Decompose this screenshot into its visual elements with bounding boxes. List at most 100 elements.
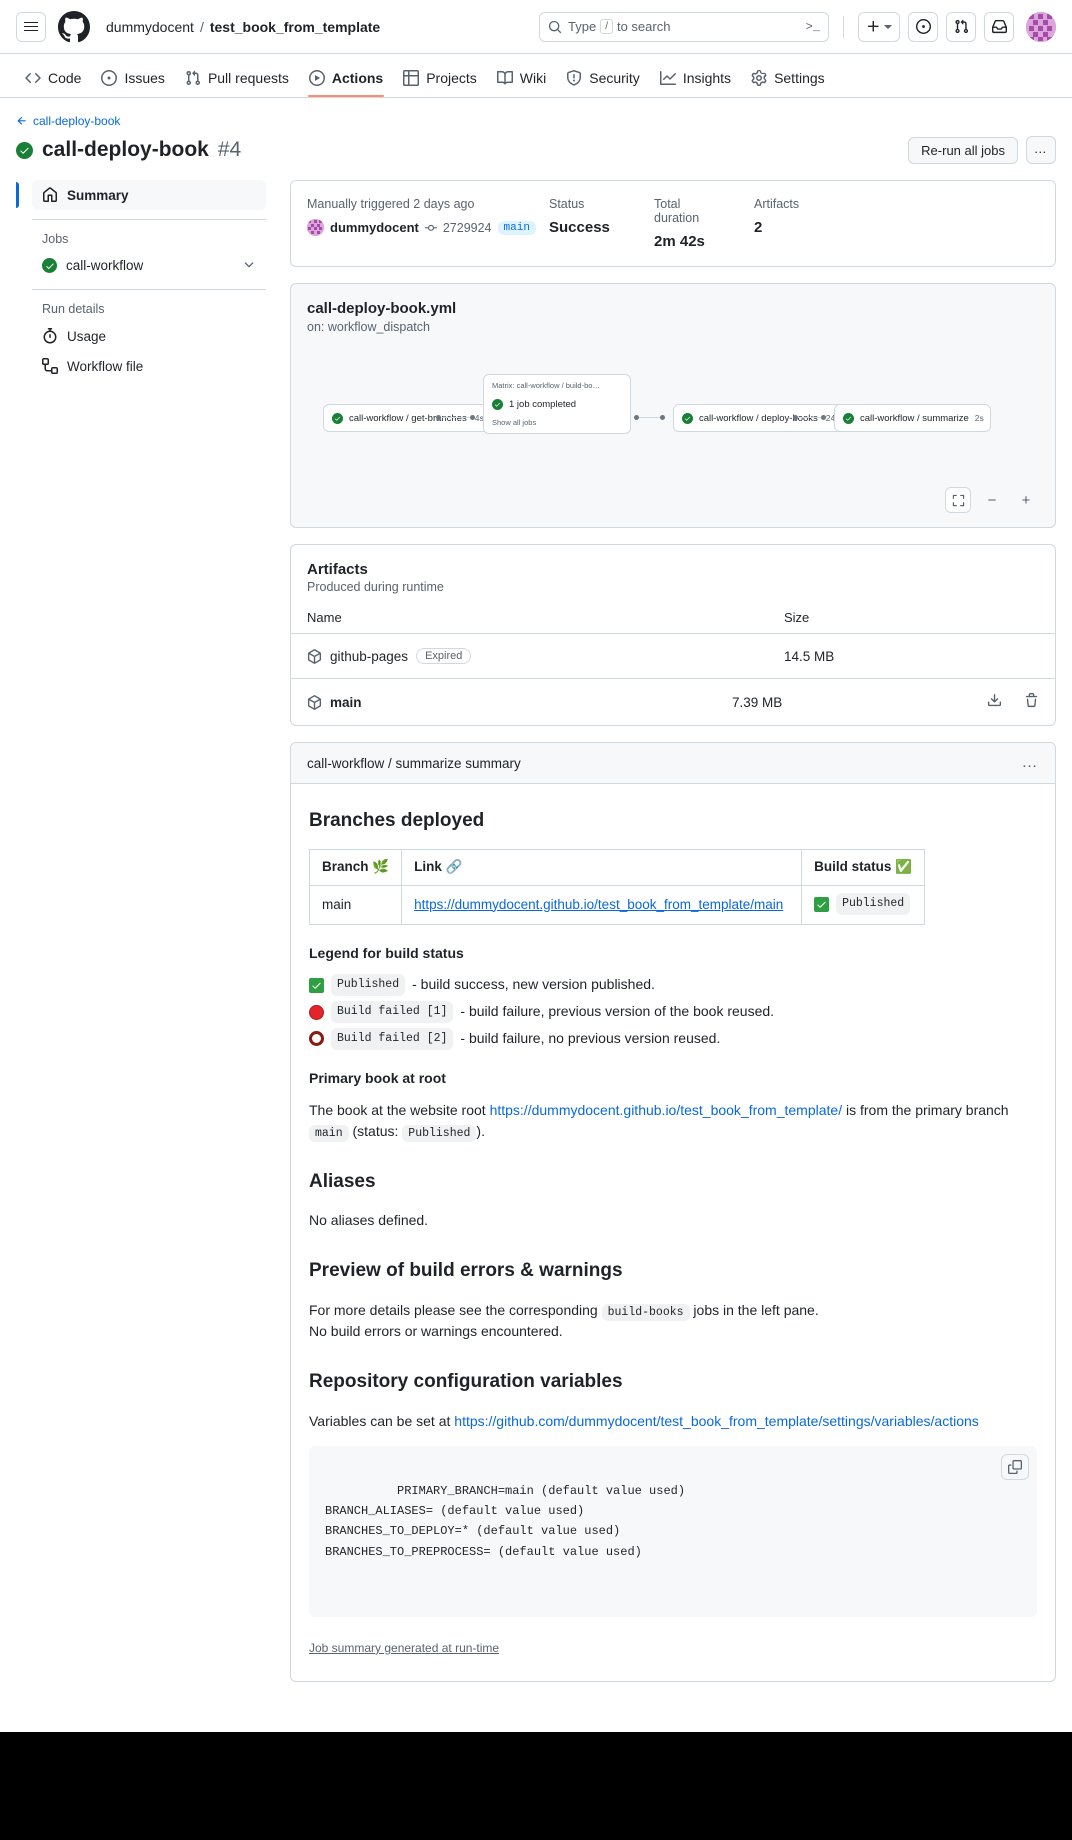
run-title-row: call-deploy-book #4 Re-run all jobs … (16, 136, 1056, 164)
cell-link: https://dummydocent.github.io/test_book_… (401, 885, 803, 925)
copy-icon[interactable] (1001, 1454, 1029, 1481)
sidebar-job-call-workflow[interactable]: call-workflow (32, 251, 266, 280)
run-meta-card: Manually triggered 2 days ago dummydocen… (290, 180, 1056, 267)
sidebar-usage-label: Usage (67, 328, 107, 344)
breadcrumb-owner[interactable]: dummydocent (106, 19, 194, 35)
table-icon (403, 70, 420, 86)
commit-sha[interactable]: 2729924 (443, 221, 492, 235)
sidebar-item-workflow-file[interactable]: Workflow file (32, 351, 266, 381)
issues-button[interactable] (908, 11, 938, 42)
sidebar-item-summary[interactable]: Summary (16, 180, 266, 210)
nav-label: Code (48, 70, 82, 86)
nav-item-issues[interactable]: Issues (92, 64, 173, 97)
search-placeholder: Type / to search (568, 19, 800, 34)
legend-text: - build success, new version published. (412, 976, 655, 993)
trigger-username[interactable]: dummydocent (330, 220, 419, 235)
list-item: Build failed [1] - build failure, previo… (309, 1001, 1037, 1023)
nav-label: Insights (682, 70, 732, 86)
graph-icon (659, 71, 676, 85)
repository-nav: Code Issues Pull requests Actions Projec… (0, 54, 1072, 98)
package-icon (307, 648, 322, 664)
legend-heading: Legend for build status (309, 944, 464, 961)
graph-node-matrix-build-books[interactable]: Matrix: call-workflow / build-bo… 1 job … (483, 374, 631, 434)
chevron-down-icon[interactable] (242, 257, 256, 274)
graph-edge-3 (798, 417, 822, 418)
breadcrumb-repo[interactable]: test_book_from_template (210, 19, 380, 35)
meta-artifacts: Artifacts 2 (754, 197, 827, 250)
search-placeholder-tail: to search (616, 19, 671, 34)
artifacts-card: Artifacts Produced during runtime Name S… (290, 544, 1056, 726)
terminal-icon[interactable]: >_ (806, 20, 820, 34)
pull-requests-button[interactable] (946, 11, 976, 42)
sidebar-item-usage[interactable]: Usage (32, 321, 266, 351)
matrix-title: Matrix: call-workflow / build-bo… (492, 381, 600, 390)
avatar[interactable] (1026, 11, 1056, 42)
primary-book-heading: Primary book at root (309, 1069, 446, 1086)
zoom-out-button[interactable]: − (979, 487, 1005, 513)
artifact-size: 14.5 MB (784, 648, 835, 664)
create-new-button[interactable] (858, 11, 900, 42)
graph-node-get-branches[interactable]: call-workflow / get-branches 4s (323, 404, 493, 432)
branch-chip[interactable]: main (497, 220, 536, 235)
stopwatch-icon (43, 328, 57, 344)
nav-item-wiki[interactable]: Wiki (488, 64, 555, 97)
job-summary-footnote[interactable]: Job summary generated at run-time (309, 1639, 499, 1658)
commit-icon (424, 224, 437, 231)
nav-label: Issues (124, 70, 165, 86)
artifact-name[interactable]: github-pages (330, 649, 408, 664)
meta-status-value: Success (549, 219, 610, 236)
matrix-show-all-jobs-link[interactable]: Show all jobs (492, 418, 622, 427)
fullscreen-icon[interactable] (945, 487, 971, 513)
node-label: call-workflow / deploy-books (699, 412, 818, 424)
nav-item-settings[interactable]: Settings (742, 64, 834, 97)
preview-code: build-books (601, 1303, 690, 1321)
artifact-name[interactable]: main (330, 695, 362, 710)
github-logo-icon[interactable] (58, 10, 90, 43)
deployed-book-link[interactable]: https://dummydocent.github.io/test_book_… (414, 897, 783, 912)
meta-duration-title: Total duration (654, 197, 700, 225)
run-header: call-deploy-book call-deploy-book #4 Re-… (0, 98, 1072, 164)
shield-icon (567, 70, 582, 86)
artifacts-col-size: Size (784, 610, 810, 625)
nav-label: Security (589, 70, 640, 86)
nav-item-security[interactable]: Security (557, 64, 649, 97)
header-divider (843, 15, 844, 38)
sidebar-job-label: call-workflow (66, 258, 144, 273)
avatar-image (1026, 11, 1056, 42)
hamburger-menu-button[interactable] (16, 11, 46, 42)
search-input[interactable]: Type / to search >_ (539, 11, 829, 42)
trash-icon[interactable] (1024, 693, 1039, 711)
download-icon[interactable] (987, 693, 1002, 711)
nav-item-actions[interactable]: Actions (300, 64, 392, 97)
nav-item-projects[interactable]: Projects (394, 64, 486, 97)
rerun-all-jobs-button[interactable]: Re-run all jobs (908, 136, 1018, 164)
primary-book-link[interactable]: https://dummydocent.github.io/test_book_… (490, 1102, 843, 1118)
hollow-red-circle-icon (309, 1031, 324, 1047)
back-to-workflow-link[interactable]: call-deploy-book (16, 114, 120, 128)
notifications-button[interactable] (984, 11, 1014, 42)
workflow-file-icon (42, 358, 58, 374)
nav-item-insights[interactable]: Insights (651, 64, 740, 97)
workflow-file-title: call-deploy-book.yml (307, 300, 457, 317)
graph-node-summarize[interactable]: call-workflow / summarize 2s (834, 404, 991, 432)
job-summary-kebab-menu[interactable]: … (1022, 754, 1040, 772)
nav-item-pull-requests[interactable]: Pull requests (176, 64, 298, 97)
aliases-heading: Aliases (309, 1171, 376, 1192)
meta-trigger: Manually triggered 2 days ago dummydocen… (307, 197, 549, 250)
meta-status-title: Status (549, 197, 585, 211)
search-placeholder-head: Type (568, 19, 597, 34)
sidebar-workflow-file-label: Workflow file (67, 358, 144, 374)
primary-branch-code: main (309, 1125, 349, 1143)
preview-text-1: For more details please see the correspo… (309, 1301, 598, 1318)
variables-settings-link[interactable]: https://github.com/dummydocent/test_book… (454, 1413, 979, 1429)
workflow-graph[interactable]: call-workflow / get-branches 4s Matrix: … (307, 360, 1039, 470)
meta-artifacts-title: Artifacts (754, 197, 800, 211)
graph-edge-2 (639, 417, 661, 418)
graph-port-in-3 (821, 415, 826, 420)
zoom-in-button[interactable]: + (1013, 487, 1039, 513)
nav-item-code[interactable]: Code (16, 64, 90, 97)
variables-paragraph: Variables can be set at https://github.c… (309, 1411, 1037, 1433)
legend-code: Build failed [2] (331, 1028, 454, 1050)
run-kebab-menu-button[interactable]: … (1026, 136, 1056, 164)
branches-table: Branch 🌿 Link 🔗 Build status ✅ main http… (308, 849, 925, 925)
